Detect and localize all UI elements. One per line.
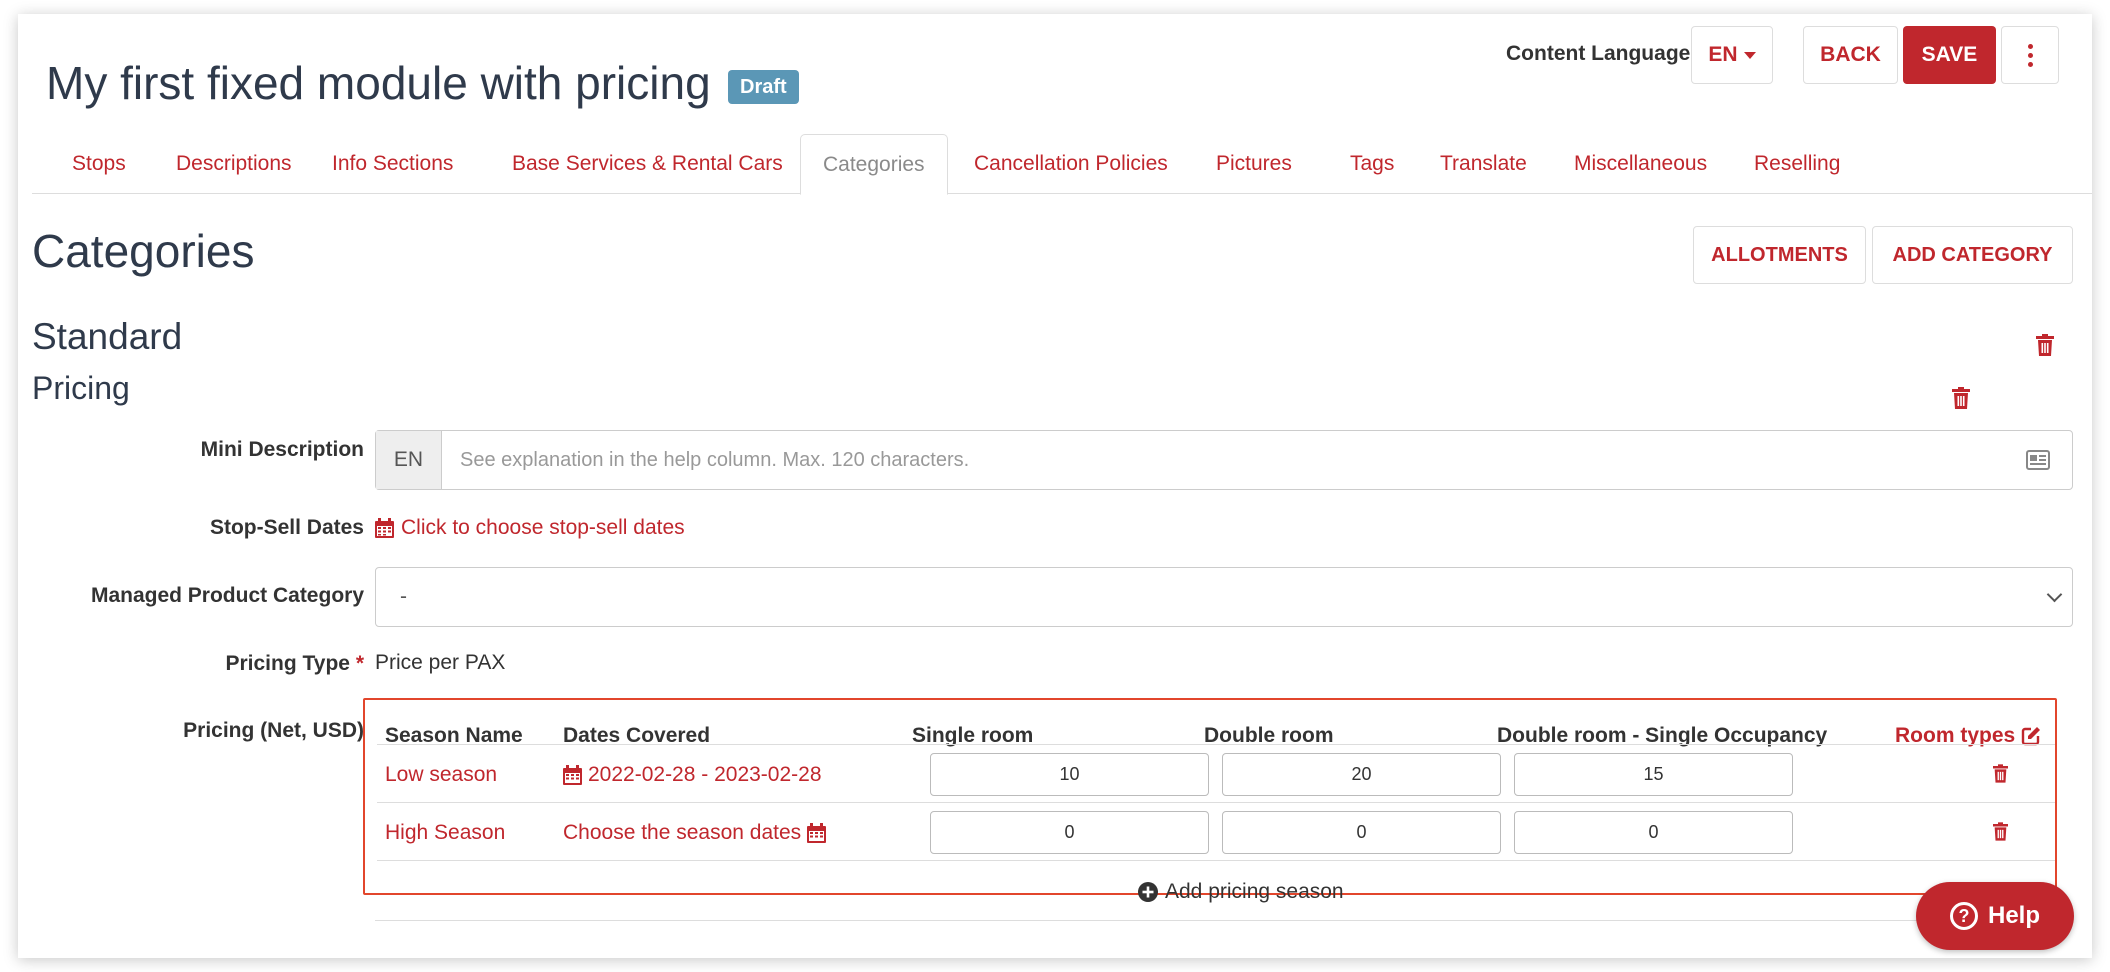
double-room-price-input[interactable] [1222, 811, 1501, 854]
trash-icon [1993, 764, 2008, 783]
section-divider [375, 920, 2073, 921]
managed-product-category-value: - [400, 585, 407, 608]
single-room-price-input[interactable] [930, 811, 1209, 854]
more-options-button[interactable] [2001, 26, 2059, 84]
app-window: My first fixed module with pricing Draft… [18, 14, 2092, 958]
tab-base-services[interactable]: Base Services & Rental Cars [512, 134, 783, 194]
status-badge: Draft [728, 70, 799, 104]
tab-reselling[interactable]: Reselling [1754, 134, 1840, 194]
mini-description-label: Mini Description [200, 438, 364, 461]
tab-tags[interactable]: Tags [1350, 134, 1394, 194]
trash-icon [2036, 334, 2054, 356]
season-dates-text: Choose the season dates [563, 821, 802, 844]
content-language-label: Content Language [1506, 42, 1691, 65]
double-room-price-input[interactable] [1222, 753, 1501, 796]
season-dates-link[interactable]: 2022-02-28 - 2023-02-28 [563, 763, 822, 787]
add-pricing-season-button[interactable]: Add pricing season [1138, 880, 1344, 904]
delete-pricing-button[interactable] [1952, 387, 1970, 409]
managed-product-category-label: Managed Product Category [90, 584, 364, 607]
double-single-price-input[interactable] [1514, 811, 1793, 854]
pricing-label: Pricing (Net, USD) [183, 719, 364, 742]
section-heading: Categories [32, 225, 255, 277]
managed-product-category-select[interactable]: - [375, 567, 2073, 627]
season-name-link[interactable]: Low season [385, 763, 497, 787]
edit-icon [2021, 727, 2041, 746]
calendar-icon [375, 518, 394, 538]
stop-sell-link-text: Click to choose stop-sell dates [401, 516, 685, 539]
save-button[interactable]: SAVE [1903, 26, 1996, 84]
delete-category-button[interactable] [2036, 334, 2054, 356]
trash-icon [1993, 822, 2008, 841]
tab-pictures[interactable]: Pictures [1216, 134, 1292, 194]
stop-sell-dates-link[interactable]: Click to choose stop-sell dates [375, 516, 685, 540]
delete-season-button[interactable] [1993, 764, 2008, 788]
tab-descriptions[interactable]: Descriptions [176, 134, 292, 194]
question-circle-icon: ? [1949, 902, 1978, 930]
mini-description-group: EN [375, 430, 2073, 490]
calendar-icon [807, 823, 827, 843]
table-divider [377, 802, 2055, 803]
calendar-icon [563, 765, 582, 785]
mini-description-lang: EN [376, 431, 442, 489]
chevron-down-icon [2046, 586, 2063, 602]
tab-translate[interactable]: Translate [1440, 134, 1527, 194]
pricing-table: Season Name Dates Covered Single room Do… [363, 698, 2057, 895]
help-label: Help [1987, 902, 2040, 929]
tab-categories[interactable]: Categories [800, 134, 948, 195]
trash-icon [1952, 387, 1970, 409]
tab-miscellaneous[interactable]: Miscellaneous [1574, 134, 1707, 194]
pricing-type-value: Price per PAX [375, 651, 506, 674]
double-single-price-input[interactable] [1514, 753, 1793, 796]
pricing-heading: Pricing [32, 370, 130, 406]
table-divider [377, 860, 2055, 861]
kebab-menu-icon [2027, 43, 2033, 67]
single-room-price-input[interactable] [930, 753, 1209, 796]
plus-circle-icon [1138, 882, 1158, 902]
table-divider [377, 744, 2055, 745]
mini-description-input[interactable] [442, 431, 2026, 489]
allotments-button[interactable]: ALLOTMENTS [1693, 226, 1866, 284]
delete-season-button[interactable] [1993, 822, 2008, 846]
caret-down-icon [1743, 51, 1756, 59]
id-card-icon [2026, 450, 2050, 470]
add-pricing-season-label: Add pricing season [1165, 880, 1344, 903]
tab-cancellation-policies[interactable]: Cancellation Policies [974, 134, 1168, 194]
stop-sell-label: Stop-Sell Dates [209, 516, 364, 539]
add-category-button[interactable]: ADD CATEGORY [1872, 226, 2073, 284]
season-dates-text: 2022-02-28 - 2023-02-28 [588, 763, 822, 786]
tab-stops[interactable]: Stops [72, 134, 126, 194]
tab-info-sections[interactable]: Info Sections [332, 134, 453, 194]
season-name-link[interactable]: High Season [385, 821, 505, 845]
content-language-dropdown[interactable]: EN [1691, 26, 1773, 84]
back-button[interactable]: BACK [1803, 26, 1898, 84]
required-marker: * [355, 652, 364, 675]
page-title: My first fixed module with pricing [46, 57, 711, 109]
pricing-type-label: Pricing Type * [225, 652, 364, 675]
season-dates-link[interactable]: Choose the season dates [563, 821, 827, 845]
help-button[interactable]: ? Help [1916, 882, 2074, 950]
language-value: EN [1708, 43, 1738, 66]
module-tabs: Stops Descriptions Info Sections Base Se… [32, 134, 2092, 195]
category-name: Standard [32, 316, 183, 357]
